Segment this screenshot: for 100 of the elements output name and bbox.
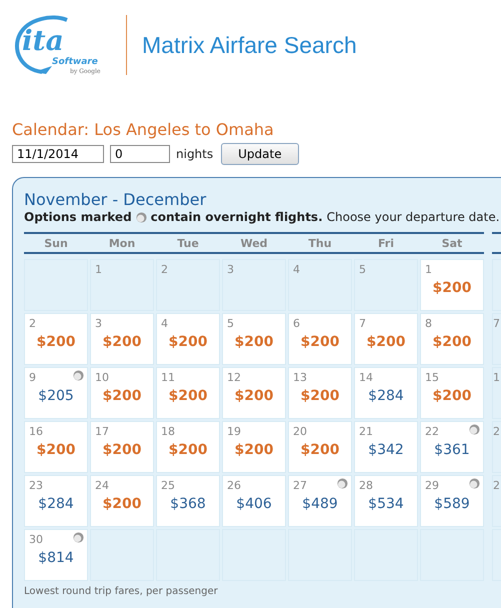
day-number: 2 <box>492 478 500 492</box>
day-number: 28 <box>358 478 373 492</box>
fare-day-cell[interactable]: 4 $200 <box>156 313 220 365</box>
fare-price: $284 <box>368 388 404 404</box>
update-button[interactable]: Update <box>221 143 299 165</box>
day-number: 16 <box>28 424 43 438</box>
day-number: 20 <box>292 424 307 438</box>
fare-price: $200 <box>300 388 340 404</box>
day-number: 6 <box>292 316 300 330</box>
day-number: 10 <box>94 370 109 384</box>
fare-price: $200 <box>234 388 274 404</box>
day-number: 3 <box>226 262 234 276</box>
fare-day-cell[interactable]: 21 $342 <box>354 421 418 473</box>
date-input-field[interactable]: 11/1/2014 <box>12 145 104 163</box>
fare-day-cell[interactable]: 20 $200 <box>288 421 352 473</box>
fare-day-cell[interactable]: 27 $489 <box>288 475 352 527</box>
weekday-label: Thu <box>307 236 333 250</box>
fare-day-cell[interactable]: 12 $200 <box>222 367 286 419</box>
fare-price: $200 <box>36 334 76 350</box>
day-number: 18 <box>160 424 175 438</box>
fare-day-cell[interactable]: 2 $200 <box>24 313 88 365</box>
fare-price: $200 <box>168 388 208 404</box>
fare-day-cell[interactable]: 14 $284 <box>354 367 418 419</box>
fare-day-cell[interactable]: 3 $200 <box>90 313 154 365</box>
nights-label: nights <box>176 147 214 161</box>
fare-price: $200 <box>168 442 208 458</box>
day-number: 25 <box>160 478 175 492</box>
day-number: 30 <box>28 532 43 546</box>
weekday-label: Fri <box>376 236 395 250</box>
day-number: 1 <box>94 262 102 276</box>
fare-day-cell[interactable]: 7 $200 <box>354 313 418 365</box>
fare-price: $200 <box>102 496 142 512</box>
fare-day-cell[interactable]: 19 $200 <box>222 421 286 473</box>
fare-day-cell[interactable]: 10 $200 <box>90 367 154 419</box>
fare-day-cell[interactable]: 24 $200 <box>90 475 154 527</box>
fare-price: $200 <box>432 280 472 296</box>
day-number: 1 <box>492 370 500 384</box>
fare-day-cell[interactable]: 15 $200 <box>420 367 484 419</box>
legend-text: Options marked <box>24 210 132 224</box>
day-number: 29 <box>424 478 439 492</box>
weekday-label: Sun <box>43 236 69 250</box>
moon-icon <box>136 212 147 222</box>
weekday-label: Wed <box>239 236 269 250</box>
fare-price: $205 <box>38 388 74 404</box>
fare-day-cell[interactable]: 8 $200 <box>420 313 484 365</box>
day-number: 2 <box>160 262 168 276</box>
fare-day-cell[interactable]: 13 $200 <box>288 367 352 419</box>
fare-day-cell[interactable]: 26 $406 <box>222 475 286 527</box>
fare-price: $368 <box>170 496 206 512</box>
fare-price: $534 <box>368 496 404 512</box>
app-title: Matrix Airfare Search <box>142 32 357 58</box>
fare-day-cell[interactable]: 9 $205 <box>24 367 88 419</box>
moon-icon <box>469 478 480 489</box>
fare-price: $200 <box>300 442 340 458</box>
fare-day-cell[interactable]: 22 $361 <box>420 421 484 473</box>
day-number: 5 <box>226 316 234 330</box>
legend-text: contain overnight flights. <box>150 210 323 224</box>
fare-day-cell[interactable]: 30 $814 <box>24 529 88 581</box>
fare-day-cell[interactable]: 18 $200 <box>156 421 220 473</box>
fare-day-cell[interactable]: 29 $589 <box>420 475 484 527</box>
weekday-label: Tue <box>176 236 200 250</box>
day-number: 27 <box>292 478 307 492</box>
day-number: 11 <box>160 370 175 384</box>
fare-price: $200 <box>432 334 472 350</box>
fare-price: $284 <box>38 496 74 512</box>
fare-day-cell[interactable]: 16 $200 <box>24 421 88 473</box>
fare-day-cell[interactable]: 17 $200 <box>90 421 154 473</box>
moon-icon <box>469 424 480 435</box>
fare-day-cell[interactable]: 11 $200 <box>156 367 220 419</box>
fare-price: $200 <box>102 442 142 458</box>
day-number: 14 <box>358 370 373 384</box>
fare-day-cell[interactable]: 23 $284 <box>24 475 88 527</box>
fare-price: $200 <box>234 442 274 458</box>
day-number: 21 <box>358 424 373 438</box>
month-range-title: November - December <box>24 190 208 209</box>
moon-icon <box>337 478 348 489</box>
weekday-label: Sat <box>440 236 464 250</box>
fare-price: $489 <box>302 496 338 512</box>
day-number: 17 <box>94 424 109 438</box>
fare-day-cell[interactable]: 6 $200 <box>288 313 352 365</box>
day-number: 2 <box>492 424 500 438</box>
day-number: 23 <box>28 478 43 492</box>
day-number: 4 <box>160 316 168 330</box>
fare-price: $406 <box>236 496 272 512</box>
instruction-text: Choose your departure date. <box>326 210 500 224</box>
day-number: 12 <box>226 370 241 384</box>
day-number: 2 <box>28 316 36 330</box>
day-number: 5 <box>358 262 366 276</box>
nights-input-field[interactable]: 0 <box>110 145 170 163</box>
fare-price: $200 <box>234 334 274 350</box>
fare-price: $589 <box>434 496 470 512</box>
fare-price: $200 <box>102 334 142 350</box>
fare-day-cell[interactable]: 25 $368 <box>156 475 220 527</box>
fare-price: $200 <box>168 334 208 350</box>
fare-day-cell[interactable]: 5 $200 <box>222 313 286 365</box>
fare-day-cell[interactable]: 28 $534 <box>354 475 418 527</box>
fare-day-cell[interactable]: 1 $200 <box>420 259 484 311</box>
day-number: 3 <box>94 316 102 330</box>
day-number: 4 <box>292 262 300 276</box>
day-number: 9 <box>28 370 36 384</box>
